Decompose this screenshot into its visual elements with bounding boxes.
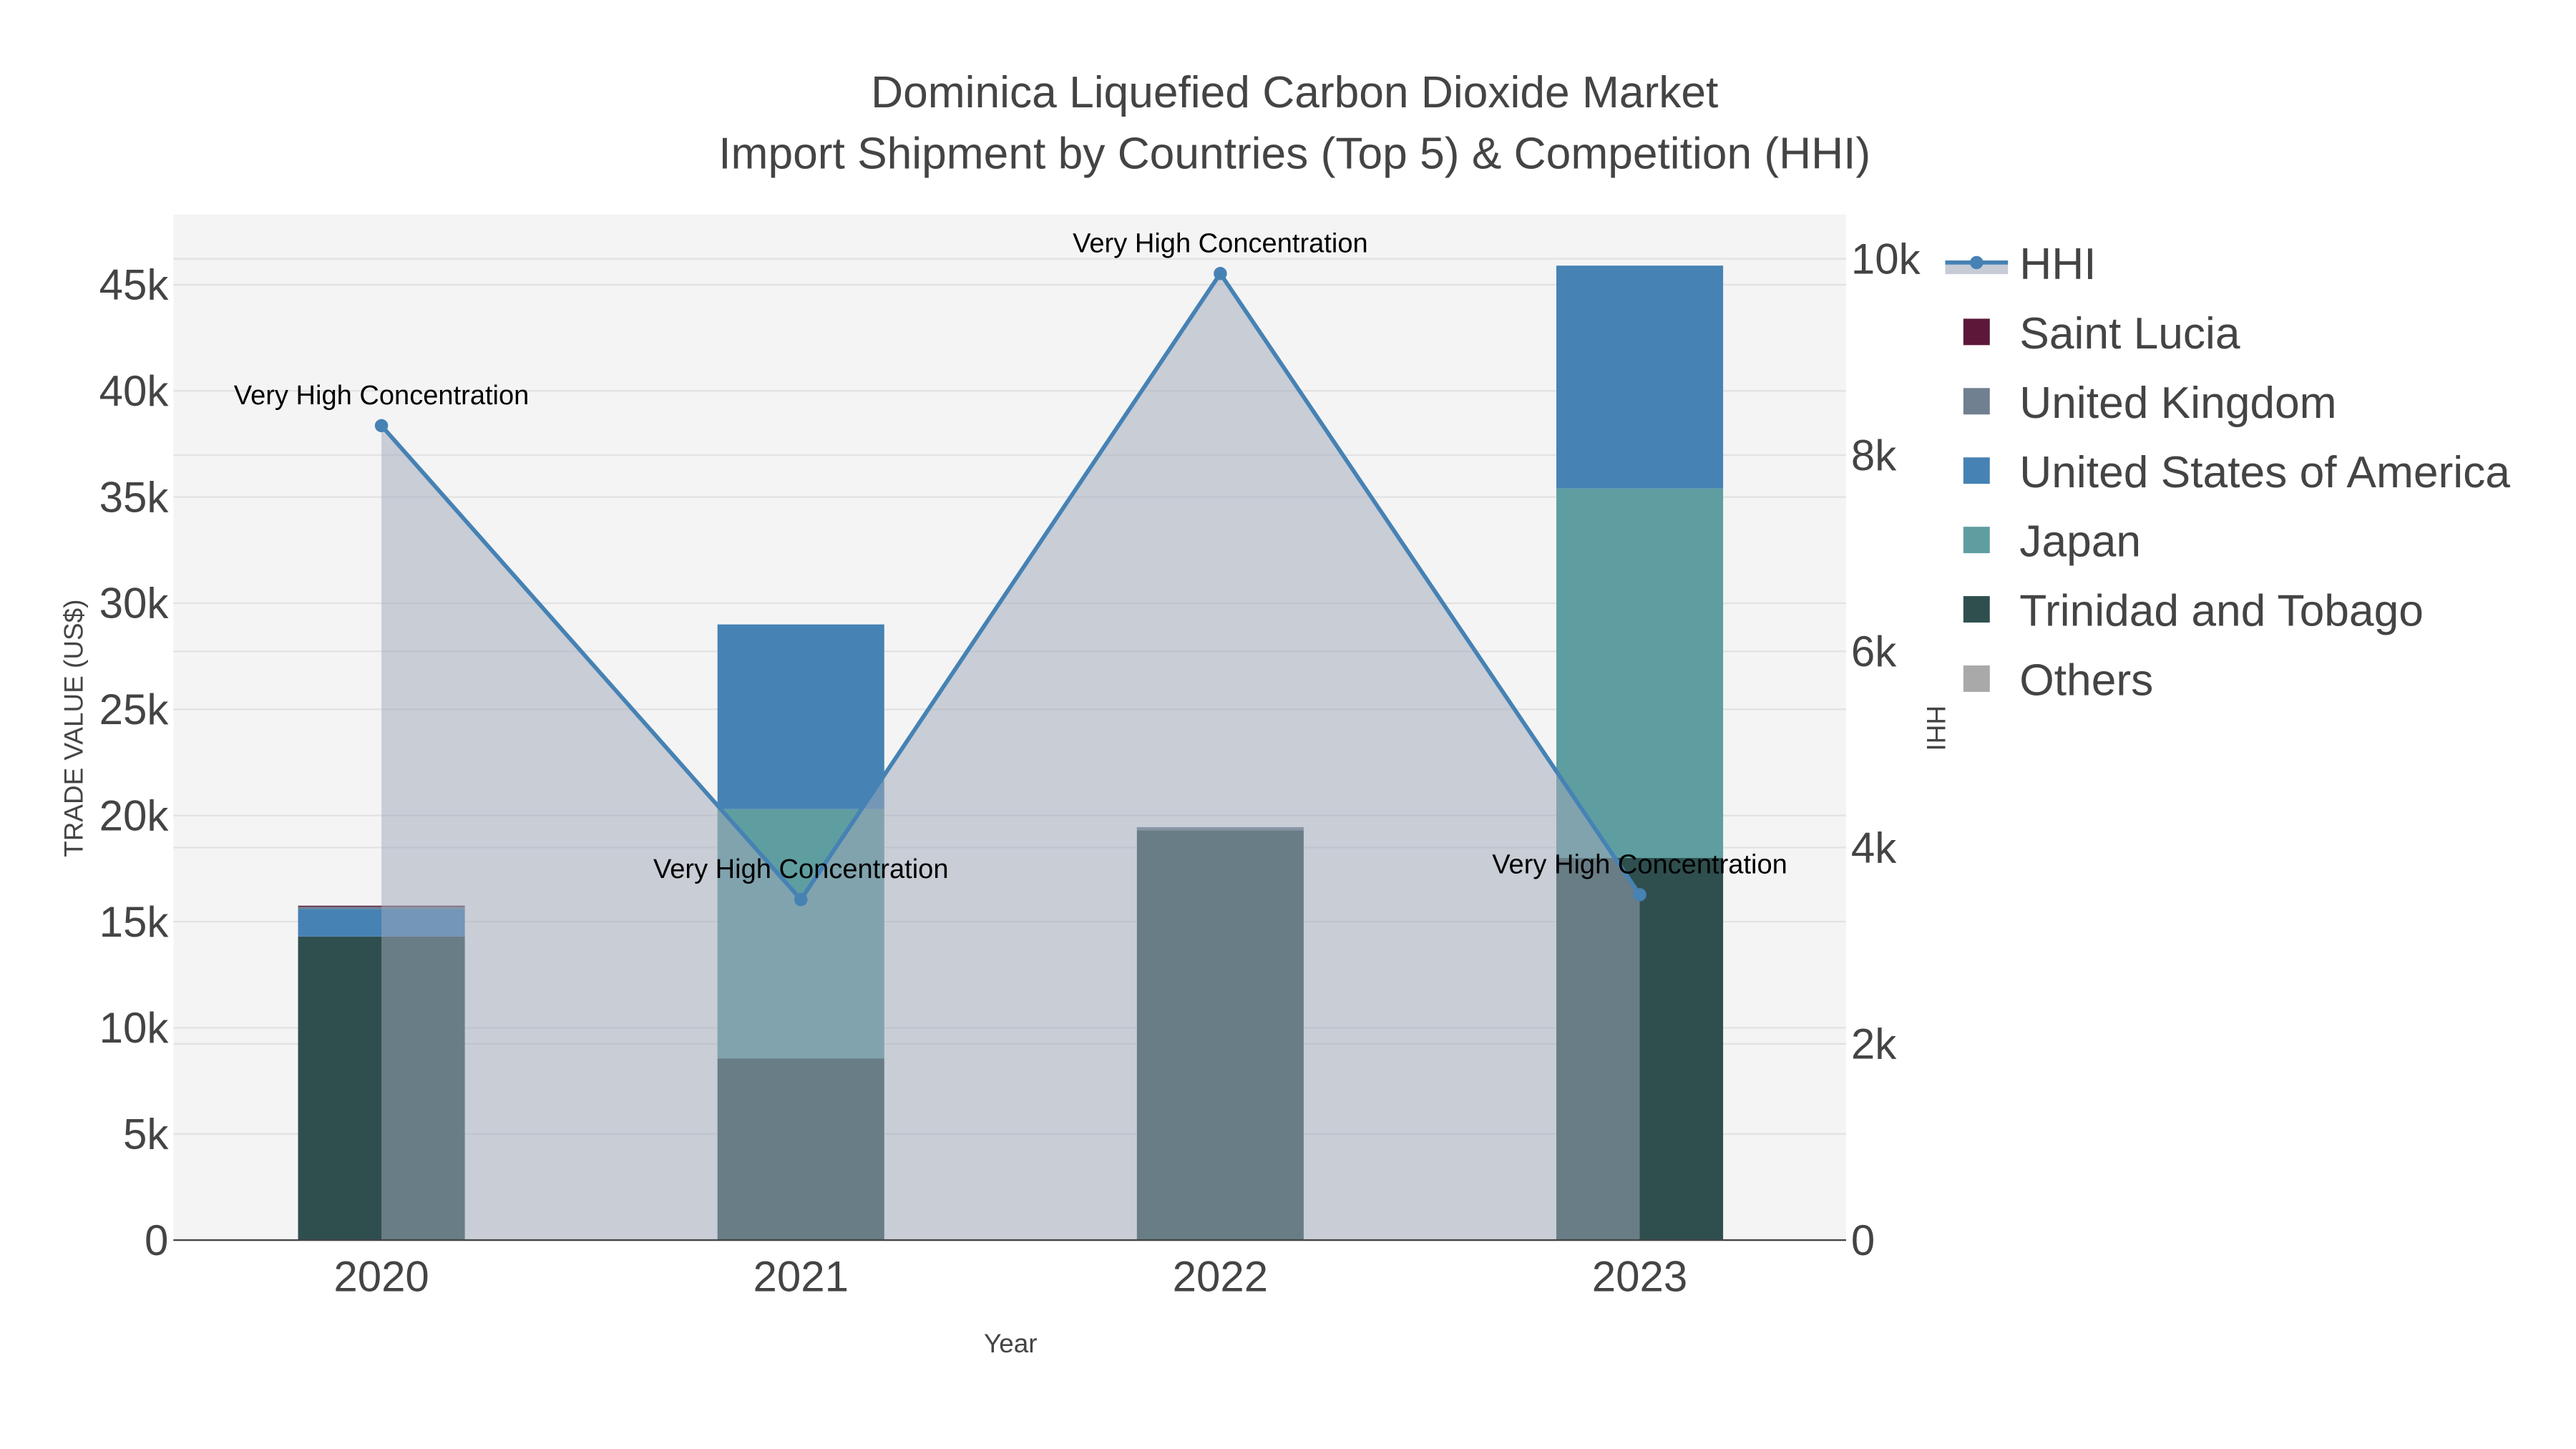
- y-tick-label: 30k: [99, 580, 170, 628]
- legend-swatch: [1963, 527, 1990, 554]
- y-tick-label: 0: [145, 1216, 168, 1264]
- legend-label: United States of America: [2019, 448, 2510, 497]
- chart-title-line-1: Dominica Liquefied Carbon Dioxide Market: [871, 68, 1718, 117]
- legend-swatch: [1963, 596, 1990, 623]
- hhi-annotation: Very High Concentration: [1073, 228, 1368, 258]
- y-tick-label: 25k: [99, 686, 170, 733]
- hhi-point-2022: [1214, 267, 1227, 280]
- legend-label: HHI: [2019, 240, 2096, 289]
- y2-tick-label: 6k: [1851, 628, 1897, 675]
- legend: HHI Saint Lucia United Kingdom United State…: [1945, 240, 2510, 706]
- y-tick-label: 40k: [99, 367, 170, 415]
- y-tick-label: 5k: [123, 1110, 169, 1158]
- hhi-point-2023: [1633, 888, 1646, 902]
- x-tick-label: 2020: [333, 1253, 429, 1301]
- y-tick-label: 10k: [99, 1004, 170, 1052]
- hhi-annotation: Very High Concentration: [653, 854, 949, 884]
- hhi-point-2021: [794, 892, 808, 907]
- y2-tick-label: 10k: [1851, 235, 1921, 283]
- y2-axis-title: HHI: [1921, 706, 1951, 751]
- legend-swatch: [1963, 318, 1990, 346]
- hhi-annotation: Very High Concentration: [234, 381, 530, 411]
- x-axis-title: Year: [984, 1329, 1038, 1358]
- chart: Very High Concentration Very High Concent…: [59, 68, 2510, 1358]
- y2-tick-label: 4k: [1851, 824, 1897, 872]
- legend-hhi-marker: [1970, 255, 1984, 270]
- legend-label: Others: [2019, 656, 2153, 706]
- legend-label: Saint Lucia: [2019, 309, 2240, 358]
- y2-tick-label: 0: [1851, 1216, 1875, 1264]
- y-tick-label: 35k: [99, 473, 170, 521]
- bar-united-states-of-america-2021: [717, 624, 884, 809]
- x-tick-label: 2022: [1173, 1253, 1268, 1301]
- legend-swatch: [1963, 388, 1990, 415]
- y2-tick-label: 2k: [1851, 1020, 1897, 1068]
- hhi-point-2020: [374, 419, 389, 433]
- y2-tick-label: 8k: [1851, 431, 1897, 479]
- x-tick-label: 2023: [1592, 1253, 1687, 1301]
- y-tick-label: 15k: [99, 898, 170, 946]
- bar-united-states-of-america-2023: [1556, 265, 1724, 489]
- bar-japan-2023: [1556, 488, 1724, 859]
- legend-swatch: [1963, 665, 1990, 692]
- y-axis-title: TRADE VALUE (US$): [59, 600, 88, 857]
- legend-label: Trinidad and Tobago: [2019, 587, 2424, 636]
- x-tick-label: 2021: [753, 1253, 848, 1301]
- y-tick-label: 20k: [99, 791, 170, 839]
- y-tick-label: 45k: [99, 261, 170, 309]
- legend-swatch: [1963, 457, 1990, 484]
- legend-label: Japan: [2019, 517, 2141, 567]
- hhi-annotation: Very High Concentration: [1492, 849, 1787, 879]
- chart-title-line-2: Import Shipment by Countries (Top 5) & C…: [718, 129, 1870, 178]
- legend-label: United Kingdom: [2019, 379, 2336, 428]
